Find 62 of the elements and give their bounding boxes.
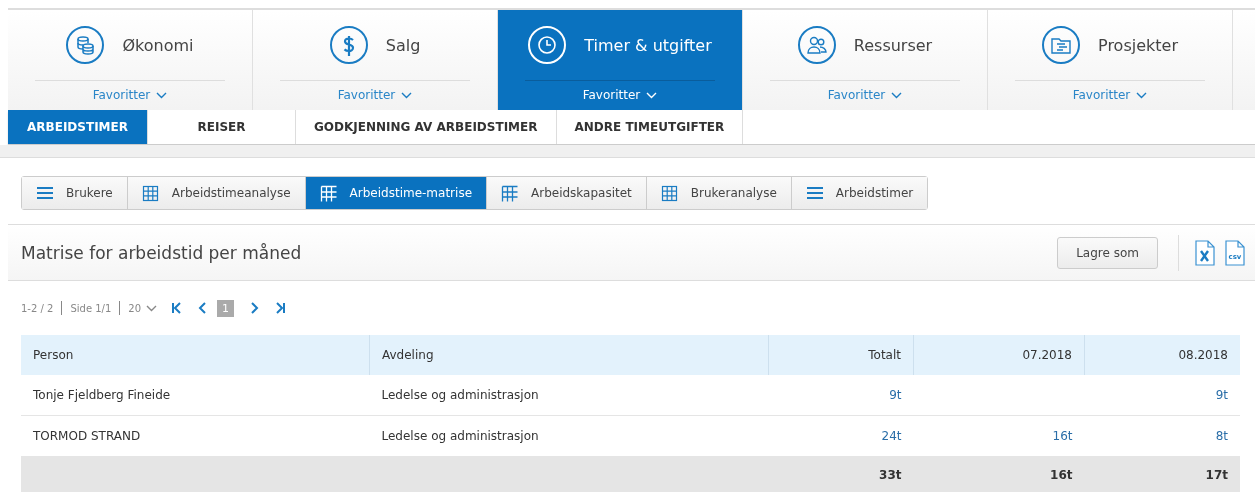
table-cell: Ledelse og administrasjon (369, 375, 769, 416)
people-icon (805, 34, 828, 56)
column-header[interactable]: Avdeling (369, 335, 769, 375)
view-tab[interactable]: Arbeidstime-matrise (305, 177, 487, 209)
matrix-icon (319, 184, 338, 202)
page-size-dropdown[interactable]: 20 (128, 302, 158, 314)
column-header[interactable]: 08.2018 (1084, 335, 1240, 375)
favorites-dropdown[interactable]: Favoritter (92, 81, 168, 109)
chevron-down-icon (156, 91, 168, 99)
hours-link[interactable]: 9t (768, 375, 914, 416)
chevron-down-icon (146, 304, 158, 312)
coins-icon (74, 34, 97, 56)
chevron-down-icon (646, 91, 658, 99)
column-header[interactable]: Totalt (768, 335, 914, 375)
chevron-down-icon (401, 91, 413, 99)
module-label[interactable]: Salg (385, 35, 421, 55)
matrix-icon (501, 184, 519, 202)
view-tab[interactable]: Brukeranalyse (646, 177, 792, 209)
favorites-dropdown[interactable]: Favoritter (827, 81, 903, 109)
grid-icon (660, 184, 679, 202)
module-label[interactable]: Ressurser (853, 35, 933, 55)
excel-export-icon[interactable] (1195, 239, 1215, 266)
view-tab[interactable]: Brukere (22, 177, 128, 209)
total-cell: 33t (768, 456, 914, 492)
last-page-icon[interactable] (274, 302, 287, 314)
hours-link[interactable]: 9t (1084, 375, 1240, 416)
save-as-button[interactable]: Lagre som (1057, 236, 1158, 269)
panel-title: Matrise for arbeidstid per måned (21, 242, 303, 263)
table-cell: Ledelse og administrasjon (369, 415, 769, 457)
section-tab[interactable]: ARBEIDSTIMER (8, 110, 148, 144)
column-header[interactable]: 07.2018 (913, 335, 1085, 375)
favorites-dropdown[interactable]: Favoritter (582, 81, 658, 109)
view-tab[interactable]: Arbeidskapasitet (487, 177, 647, 209)
section-tab[interactable]: REISER (148, 110, 296, 144)
column-header[interactable]: Person (21, 335, 370, 375)
chevron-down-icon (891, 91, 903, 99)
section-tab[interactable]: ANDRE TIMEUTGIFTER (556, 110, 744, 144)
module-tab[interactable]: Timer & utgifter Favoritter (498, 10, 743, 110)
next-page-icon[interactable] (248, 302, 261, 314)
hours-link[interactable]: 16t (913, 415, 1085, 457)
first-page-icon[interactable] (171, 302, 184, 314)
grid-icon (141, 184, 160, 202)
module-label[interactable]: Timer & utgifter (584, 35, 712, 55)
result-range: 1-2 / 2 (21, 302, 54, 314)
total-cell: 16t (913, 456, 1085, 492)
view-tab[interactable]: Arbeidstimer (791, 177, 928, 209)
favorites-dropdown[interactable]: Favoritter (1072, 81, 1148, 109)
clock-icon (536, 34, 559, 56)
total-cell: 17t (1084, 456, 1240, 492)
view-tab[interactable]: Arbeidstimeanalyse (127, 177, 306, 209)
list-icon (805, 184, 824, 202)
table-cell: Tonje Fjeldberg Fineide (21, 375, 370, 416)
hours-link[interactable]: 8t (1084, 415, 1240, 457)
hours-link[interactable]: 24t (768, 415, 914, 457)
favorites-dropdown[interactable]: Favoritter (337, 81, 413, 109)
section-tab[interactable]: GODKJENNING AV ARBEIDSTIMER (296, 110, 557, 144)
chevron-down-icon (1136, 91, 1148, 99)
module-label[interactable]: Økonomi (122, 35, 194, 55)
list-icon (36, 184, 54, 202)
page-info: Side 1/1 (70, 302, 112, 314)
module-label[interactable]: Prosjekter (1098, 35, 1178, 55)
table-cell: TORMOD STRAND (21, 415, 370, 457)
